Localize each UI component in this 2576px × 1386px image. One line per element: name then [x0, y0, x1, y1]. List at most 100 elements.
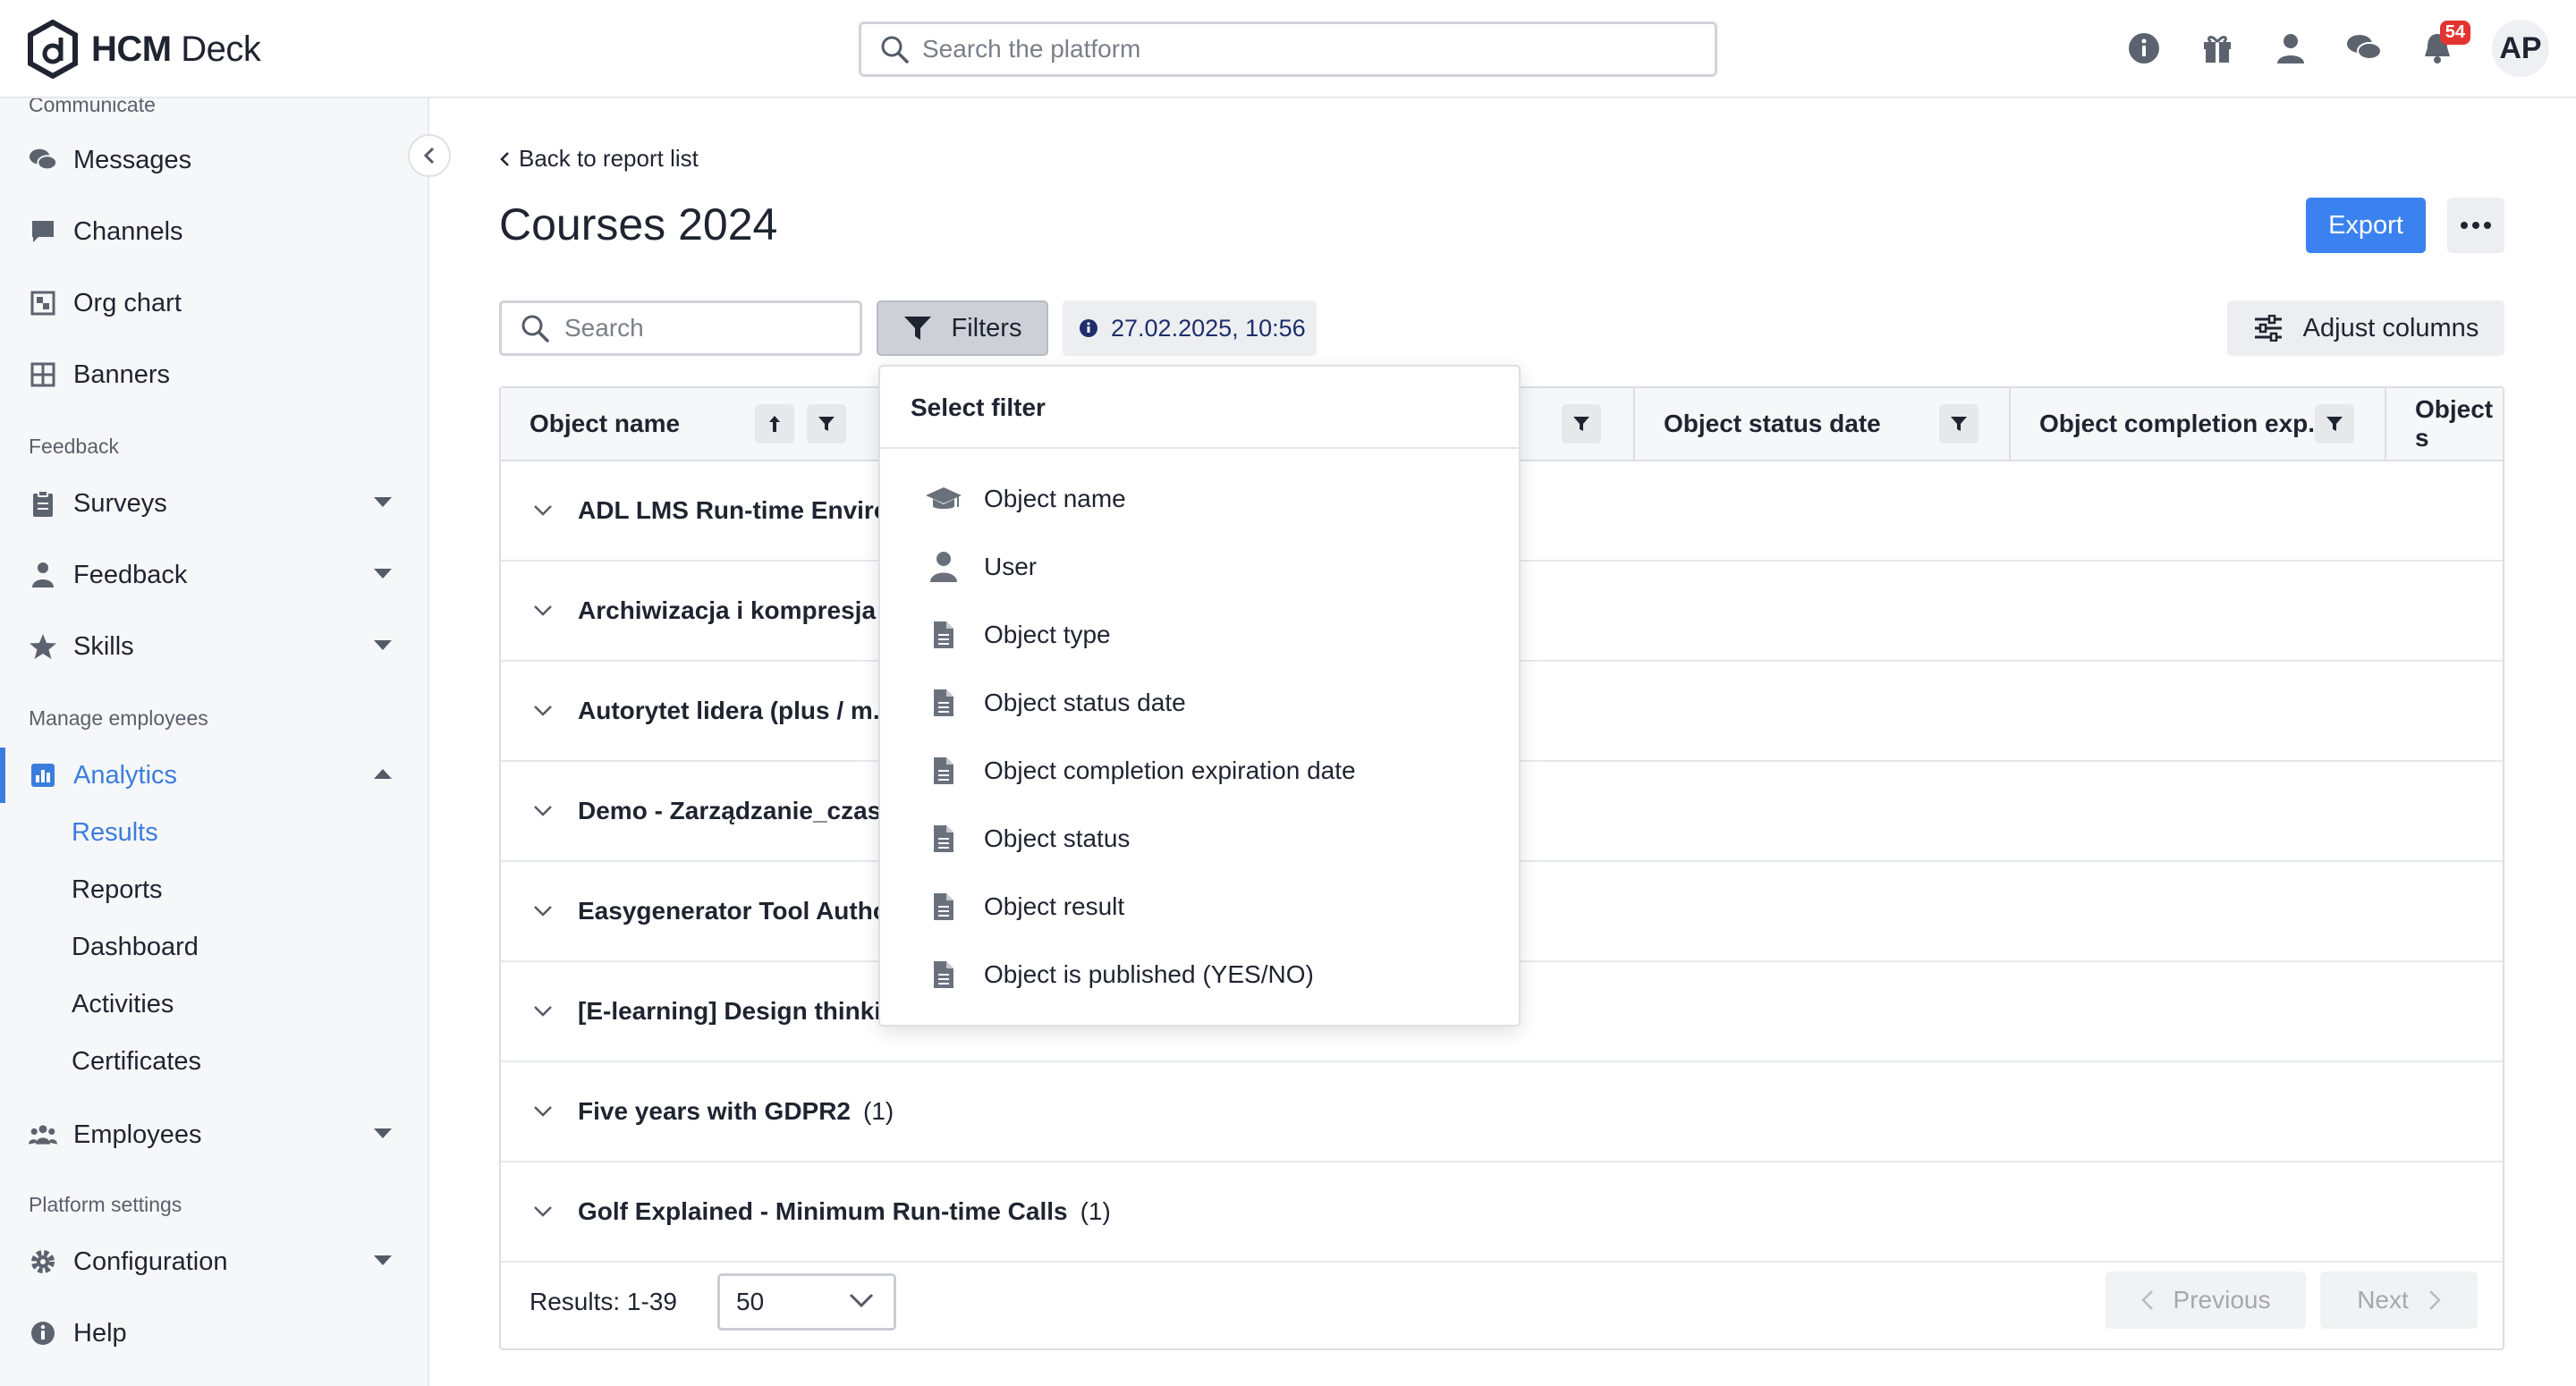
column-filter-icon[interactable] [1562, 404, 1601, 444]
filter-option-object-status[interactable]: Object status [880, 805, 1519, 873]
row-group-label: Golf Explained - Minimum Run-time Calls(… [578, 1197, 1111, 1225]
user-icon [925, 548, 962, 586]
filter-option-label: Object name [984, 485, 1126, 512]
column-header-object-status-date[interactable]: Object status date [1664, 388, 1881, 460]
column-filter-icon[interactable] [2315, 404, 2354, 444]
export-button[interactable]: Export [2306, 198, 2426, 253]
filter-option-object-name[interactable]: Object name [880, 465, 1519, 533]
select-filter-dropdown: Select filter Object name User Object ty… [878, 365, 1521, 1027]
filter-option-object-type[interactable]: Object type [880, 601, 1519, 669]
more-dots-icon [2472, 222, 2479, 229]
sidebar-item-help[interactable]: Help [0, 1306, 428, 1361]
back-to-report-list-link[interactable]: Back to report list [499, 145, 699, 173]
column-filter-icon[interactable] [1939, 404, 1979, 444]
sidebar-subitem-dashboard[interactable]: Dashboard [72, 925, 199, 969]
chevron-left-icon [423, 147, 435, 165]
clipboard-icon [29, 489, 57, 518]
back-link-label: Back to report list [519, 145, 699, 172]
filter-option-object-completion-expiration-date[interactable]: Object completion expiration date [880, 737, 1519, 805]
filter-option-object-is-published[interactable]: Object is published (YES/NO) [880, 941, 1519, 1009]
sidebar-item-label: Help [73, 1318, 127, 1348]
sidebar-subitem-activities[interactable]: Activities [72, 982, 174, 1027]
chevron-down-icon [374, 569, 392, 579]
chevron-down-icon [849, 1293, 874, 1308]
sidebar-subitem-certificates[interactable]: Certificates [72, 1039, 201, 1084]
chevron-left-icon [500, 151, 509, 166]
table-search-input[interactable] [564, 314, 851, 342]
sidebar-item-label: Channels [73, 216, 183, 246]
global-search-input[interactable] [922, 35, 1656, 63]
sidebar-item-label: Analytics [73, 760, 178, 790]
sidebar-item-channels[interactable]: Channels [0, 204, 428, 259]
sidebar-item-feedback[interactable]: Feedback [0, 547, 428, 603]
filter-option-object-result[interactable]: Object result [880, 873, 1519, 941]
document-icon [925, 888, 962, 925]
filter-option-label: User [984, 553, 1038, 580]
sidebar-collapse-button[interactable] [408, 134, 451, 177]
row-group-label: ADL LMS Run-time Environ [578, 496, 905, 524]
filter-option-user[interactable]: User [880, 533, 1519, 601]
table-footer: Results: 1-39 50 Previous Next [501, 1257, 2503, 1348]
sidebar-item-analytics[interactable]: Analytics [0, 748, 428, 803]
table-row[interactable]: Five years with GDPR2 (1) [501, 1062, 2503, 1162]
chevron-left-icon [2140, 1290, 2153, 1310]
gear-icon [29, 1247, 57, 1276]
sort-ascending-icon[interactable] [755, 404, 794, 444]
table-search[interactable] [499, 300, 862, 356]
gift-icon[interactable] [2199, 30, 2236, 67]
chevron-down-icon [374, 640, 392, 650]
document-icon [925, 956, 962, 993]
search-icon [521, 315, 549, 342]
page-title: Courses 2024 [499, 199, 778, 249]
sidebar-item-messages[interactable]: Messages [0, 132, 428, 188]
filters-label: Filters [951, 313, 1022, 342]
chevron-down-icon [534, 1106, 552, 1117]
sidebar-item-org-chart[interactable]: Org chart [0, 275, 428, 331]
sidebar-subitem-results[interactable]: Results [72, 810, 158, 855]
filter-option-label: Object result [984, 892, 1125, 920]
previous-page-button[interactable]: Previous [2106, 1272, 2306, 1329]
sliders-icon [2254, 315, 2282, 342]
feedback-person-icon [29, 561, 57, 589]
table-row[interactable]: Golf Explained - Minimum Run-time Calls(… [501, 1162, 2503, 1263]
next-label: Next [2357, 1286, 2409, 1314]
column-header-object-completion-expiration[interactable]: Object completion exp... [2039, 388, 2329, 460]
filter-option-label: Object type [984, 621, 1111, 648]
sidebar-item-configuration[interactable]: Configuration [0, 1234, 428, 1289]
sidebar-item-surveys[interactable]: Surveys [0, 476, 428, 531]
report-date: 27.02.2025, 10:56 [1111, 314, 1306, 342]
help-icon [29, 1319, 57, 1348]
document-icon [925, 684, 962, 722]
sidebar-item-skills[interactable]: Skills [0, 619, 428, 674]
messages-icon [29, 146, 57, 174]
sidebar-item-label: Surveys [73, 488, 167, 518]
sidebar-subitem-reports[interactable]: Reports [72, 867, 163, 912]
page-size-select[interactable]: 50 [717, 1273, 896, 1331]
more-options-button[interactable] [2447, 198, 2504, 253]
user-icon[interactable] [2272, 30, 2309, 67]
document-icon [925, 752, 962, 790]
bell-icon[interactable]: 54 [2419, 21, 2470, 67]
chevron-down-icon [374, 1255, 392, 1265]
filter-option-object-status-date[interactable]: Object status date [880, 669, 1519, 737]
column-header-object-name[interactable]: Object name [530, 388, 680, 460]
sidebar-item-employees[interactable]: Employees [0, 1107, 428, 1162]
row-group-label: Easygenerator Tool Author [578, 897, 898, 925]
chevron-down-icon [534, 505, 552, 516]
filter-option-label: Object completion expiration date [984, 756, 1356, 784]
chat-icon[interactable] [2345, 30, 2383, 67]
column-separator [2385, 388, 2386, 460]
info-icon[interactable] [2125, 30, 2163, 67]
filter-option-label: Object status [984, 824, 1131, 852]
app-logo[interactable]: HCM Deck [27, 20, 261, 79]
column-filter-icon[interactable] [807, 404, 846, 444]
adjust-columns-button[interactable]: Adjust columns [2227, 300, 2504, 356]
column-header-object-status[interactable]: Object s [2415, 388, 2503, 460]
more-dots-icon [2484, 222, 2491, 229]
sidebar-section-platform-settings: Platform settings [29, 1193, 182, 1216]
avatar[interactable]: AP [2492, 20, 2549, 77]
global-search[interactable] [859, 21, 1717, 77]
filters-button[interactable]: Filters [877, 300, 1048, 356]
next-page-button[interactable]: Next [2320, 1272, 2478, 1329]
sidebar-item-banners[interactable]: Banners [0, 347, 428, 402]
